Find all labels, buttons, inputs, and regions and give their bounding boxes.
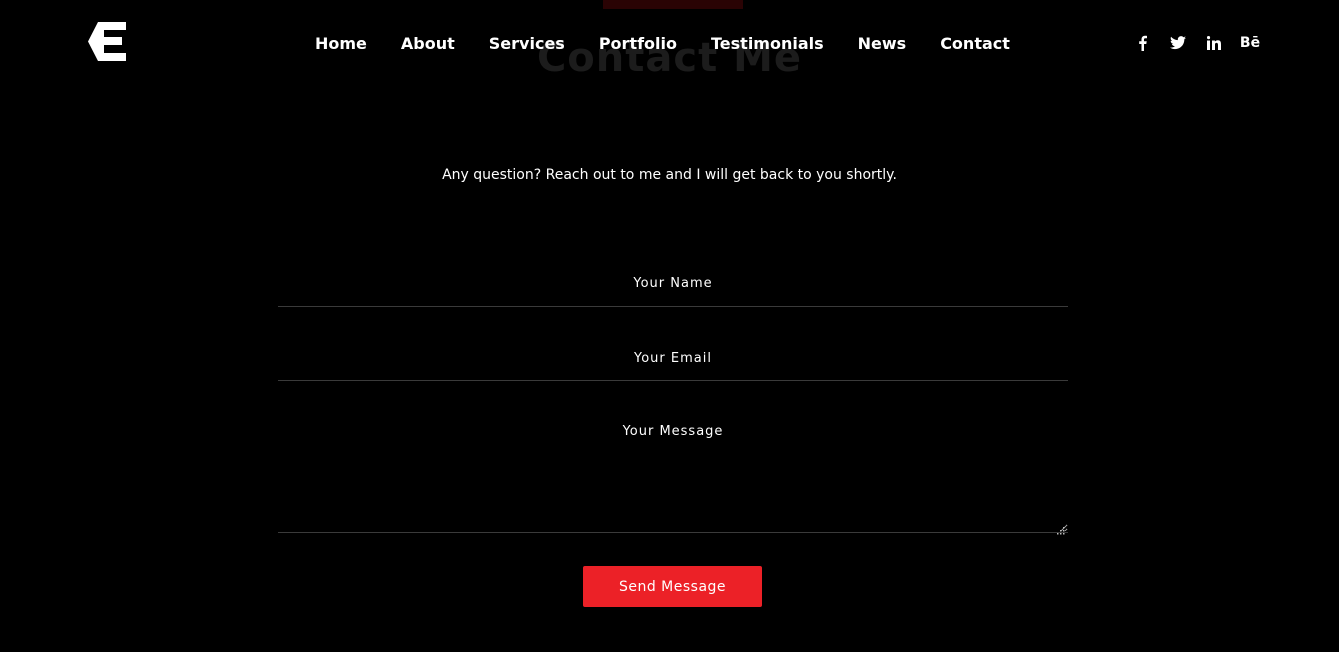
resize-grip-icon[interactable] xyxy=(1056,520,1065,535)
name-field[interactable] xyxy=(278,262,1068,307)
message-field[interactable] xyxy=(278,408,1068,533)
nav-item-home[interactable]: Home xyxy=(315,34,367,53)
twitter-icon[interactable] xyxy=(1166,32,1190,54)
email-field[interactable] xyxy=(278,336,1068,381)
send-message-button[interactable]: Send Message xyxy=(583,566,762,607)
nav-item-about[interactable]: About xyxy=(401,34,455,53)
intro-text: Any question? Reach out to me and I will… xyxy=(442,167,897,183)
nav-item-testimonials[interactable]: Testimonials xyxy=(711,34,824,53)
nav-item-contact[interactable]: Contact xyxy=(940,34,1010,53)
page: Contact Me Home About Services Portfolio… xyxy=(0,0,1339,652)
main-nav: Home About Services Portfolio Testimonia… xyxy=(298,32,1027,54)
linkedin-icon[interactable] xyxy=(1202,32,1226,54)
behance-icon[interactable]: Bē xyxy=(1238,32,1262,54)
nav-item-portfolio[interactable]: Portfolio xyxy=(599,34,677,53)
nav-item-services[interactable]: Services xyxy=(489,34,565,53)
facebook-icon[interactable] xyxy=(1130,32,1154,54)
nav-item-news[interactable]: News xyxy=(858,34,907,53)
site-header: Home About Services Portfolio Testimonia… xyxy=(0,0,1339,86)
social-links: Bē xyxy=(1124,32,1268,54)
contact-form xyxy=(278,262,1068,533)
e-logo-icon[interactable] xyxy=(88,22,126,61)
